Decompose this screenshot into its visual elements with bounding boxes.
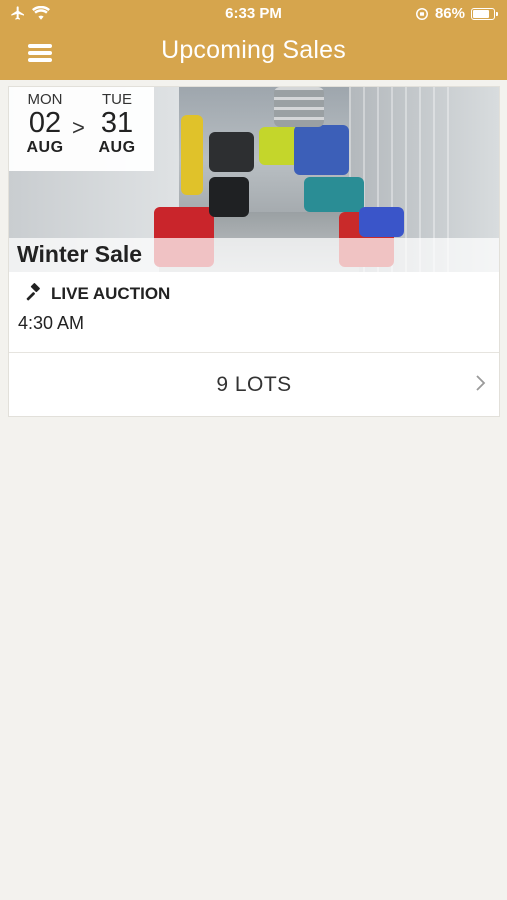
battery-percent: 86% <box>434 5 465 22</box>
end-weekday: TUE <box>102 91 132 108</box>
app-header: 6:33 PM 86% Upcoming Sales <box>0 0 507 80</box>
battery-fill <box>473 9 489 18</box>
sale-title-band: Winter Sale <box>9 238 499 272</box>
end-day: 31 <box>100 107 134 139</box>
start-date: MON 02 AUG <box>17 91 73 157</box>
sale-title[interactable]: Winter Sale <box>17 241 142 268</box>
start-day: 02 <box>28 107 62 139</box>
status-bar: 6:33 PM 86% <box>0 0 507 28</box>
auction-time: 4:30 AM <box>18 313 85 333</box>
image-yellow-tool <box>181 115 203 195</box>
page-title: Upcoming Sales <box>161 36 346 64</box>
start-weekday: MON <box>27 91 63 108</box>
battery-icon <box>471 7 498 20</box>
image-blue-bag <box>294 125 349 175</box>
image-black-case <box>209 177 249 217</box>
sale-card[interactable]: MON 02 AUG > TUE 31 AUG Winter Sale LIVE… <box>8 86 500 417</box>
end-date: TUE 31 AUG <box>89 91 145 157</box>
end-month: AUG <box>98 139 136 156</box>
image-lime-tool <box>259 127 299 165</box>
start-month: AUG <box>26 139 64 156</box>
image-dark-tool <box>209 132 254 172</box>
lots-button[interactable]: 9 LOTS <box>9 352 499 416</box>
image-ladder <box>274 87 324 127</box>
date-separator: > <box>72 115 85 140</box>
orientation-lock-icon <box>415 7 428 20</box>
sale-image[interactable]: MON 02 AUG > TUE 31 AUG Winter Sale <box>9 87 499 272</box>
image-blue-cover <box>359 207 404 237</box>
chevron-right-icon <box>476 375 486 391</box>
status-right: 86% <box>415 5 498 22</box>
auction-type: LIVE AUCTION <box>23 283 170 305</box>
lots-count: 9 LOTS <box>216 373 292 396</box>
gavel-icon <box>26 283 40 301</box>
date-range: MON 02 AUG > TUE 31 AUG <box>9 87 154 171</box>
auction-type-label: LIVE AUCTION <box>51 284 171 303</box>
image-teal-saw <box>304 177 364 212</box>
nav-bar: Upcoming Sales <box>0 28 507 80</box>
